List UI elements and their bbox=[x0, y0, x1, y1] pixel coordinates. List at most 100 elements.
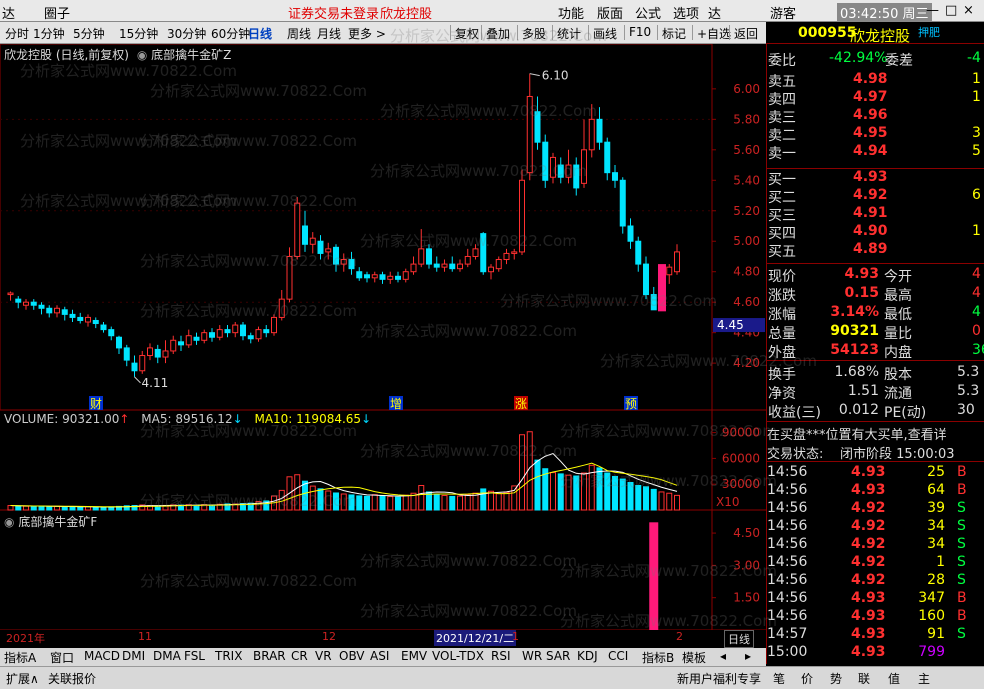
login-notice[interactable]: 证券交易未登录 bbox=[288, 3, 379, 22]
volume-bar bbox=[7, 505, 14, 511]
indicator-title[interactable]: 底部擒牛金矿F bbox=[18, 515, 97, 529]
menu-formula[interactable]: 公式 bbox=[635, 3, 661, 22]
stock-link[interactable]: 欣龙控股 bbox=[380, 3, 432, 22]
candle-body bbox=[472, 248, 479, 257]
indicator-tab-1[interactable]: 窗口 bbox=[50, 649, 74, 666]
close-icon[interactable]: × bbox=[963, 3, 974, 18]
indicator-tab-6[interactable]: TRIX bbox=[215, 649, 242, 663]
indicator-tab-17[interactable]: KDJ bbox=[577, 649, 598, 663]
indicator-tab-8[interactable]: CR bbox=[291, 649, 308, 663]
indicator-header: ◉ 底部擒牛金矿F bbox=[4, 513, 97, 530]
tool-button-3[interactable]: 统计 bbox=[557, 25, 581, 42]
indicator-tab-15[interactable]: WR bbox=[522, 649, 542, 663]
price-panel-frame bbox=[0, 43, 713, 411]
main-indicator-name[interactable]: 底部擒牛金矿Z bbox=[151, 48, 231, 62]
date-axis: 2021年 11 12 2021/12/21/二 1 2 日线 bbox=[0, 630, 766, 648]
indicator-tab-3[interactable]: DMI bbox=[122, 649, 145, 663]
tool-button-8[interactable]: 返回 bbox=[734, 25, 758, 42]
tick-row-1: 14:56 4.93 64 B bbox=[767, 482, 984, 500]
kline-chart[interactable]: 6.005.805.605.405.205.004.804.604.404.20… bbox=[0, 43, 766, 644]
period-button[interactable]: 日线 bbox=[724, 630, 754, 648]
period-tab-2[interactable]: 5分钟 bbox=[73, 25, 105, 42]
indicator-tab-2[interactable]: MACD bbox=[84, 649, 120, 663]
period-tab-4[interactable]: 30分钟 bbox=[167, 25, 206, 42]
stat2-row-0-cell-1: 1.68% bbox=[834, 364, 879, 380]
status-row-cell-1: 闭市阶段 15:00:03 bbox=[840, 447, 955, 462]
indicator-tab-10[interactable]: OBV bbox=[339, 649, 365, 663]
volume-bar bbox=[519, 434, 525, 511]
tool-button-2[interactable]: 多股 bbox=[522, 25, 546, 42]
tool-button-1[interactable]: 叠加 bbox=[486, 25, 510, 42]
template-tab[interactable]: 模板 bbox=[682, 649, 706, 666]
period-tab-7[interactable]: 周线 bbox=[287, 25, 311, 42]
candle-body bbox=[619, 179, 626, 227]
chevron-down-icon[interactable]: ◉ bbox=[137, 48, 147, 62]
panel-tab-5[interactable]: 主 bbox=[918, 670, 930, 687]
stat-row-4-cell-1: 54123 bbox=[830, 342, 879, 358]
relation-quote-button[interactable]: 关联报价 bbox=[48, 670, 96, 687]
tool-button-0[interactable]: 复权 bbox=[455, 25, 479, 42]
tool-button-4[interactable]: 画线 bbox=[593, 25, 617, 42]
sell-row-4-cell-2: 5 bbox=[972, 143, 981, 159]
period-tab-5[interactable]: 60分钟 bbox=[211, 25, 250, 42]
indicator-tab-4[interactable]: DMA bbox=[153, 649, 181, 663]
stat2-row-1-cell-2: 流通 bbox=[884, 386, 912, 402]
tool-button-7[interactable]: +自选 bbox=[697, 25, 731, 42]
scroll-left-icon[interactable]: ◂ bbox=[720, 649, 726, 663]
indicator-b-tab[interactable]: 指标B bbox=[642, 649, 674, 666]
promo-link[interactable]: 新用户福利专享 bbox=[677, 670, 761, 687]
maximize-icon[interactable]: □ bbox=[945, 3, 957, 18]
candle-body bbox=[542, 141, 549, 181]
period-tab-3[interactable]: 15分钟 bbox=[119, 25, 158, 42]
menu-layout[interactable]: 版面 bbox=[597, 3, 623, 22]
user-label[interactable]: 游客 bbox=[770, 3, 796, 22]
tool-button-6[interactable]: 标记 bbox=[662, 25, 686, 42]
stock-code: 000955 bbox=[798, 25, 857, 41]
indicator-tab-16[interactable]: SAR bbox=[546, 649, 570, 663]
menu-options[interactable]: 选项 bbox=[673, 3, 699, 22]
indicator-tab-14[interactable]: RSI bbox=[491, 649, 511, 663]
expand-button[interactable]: 扩展∧ bbox=[6, 670, 39, 687]
toolbar-separator bbox=[552, 25, 553, 40]
indicator-tab-18[interactable]: CCI bbox=[608, 649, 628, 663]
indicator-toggle-icon[interactable]: ◉ bbox=[4, 515, 14, 529]
price-label-0: 6.00 bbox=[733, 82, 760, 96]
panel-tab-0[interactable]: 笔 bbox=[773, 670, 785, 687]
volume-bar bbox=[325, 490, 332, 511]
panel-tab-3[interactable]: 联 bbox=[858, 670, 870, 687]
period-tab-0[interactable]: 分时 bbox=[5, 25, 29, 42]
candle-body bbox=[108, 329, 115, 337]
tool-button-5[interactable]: F10 bbox=[629, 25, 651, 39]
status-row: 交易状态: 闭市阶段 15:00:03 bbox=[767, 443, 984, 462]
scroll-right-icon[interactable]: ▸ bbox=[745, 649, 751, 663]
tick-row-7-cell-3: B bbox=[957, 590, 967, 606]
volume-bar bbox=[100, 506, 107, 511]
indicator-tab-11[interactable]: ASI bbox=[370, 649, 389, 663]
sell-row-2-cell-0: 卖三 bbox=[768, 110, 796, 126]
indicator-tab-7[interactable]: BRAR bbox=[253, 649, 286, 663]
quanzi-menu[interactable]: 圈子 bbox=[44, 3, 70, 22]
panel-tab-1[interactable]: 价 bbox=[801, 670, 813, 687]
indicator-tab-13[interactable]: VOL-TDX bbox=[432, 649, 484, 663]
volume-bar bbox=[317, 488, 324, 511]
stock-name: 欣龙控股 bbox=[850, 27, 911, 45]
menu-function[interactable]: 功能 bbox=[558, 3, 584, 22]
period-tab-8[interactable]: 月线 bbox=[317, 25, 341, 42]
period-tab-6[interactable]: 日线 bbox=[248, 25, 272, 42]
period-tab-1[interactable]: 1分钟 bbox=[33, 25, 65, 42]
indicator-tab-0[interactable]: 指标A bbox=[4, 649, 36, 666]
candle-body bbox=[588, 118, 595, 151]
chart-area[interactable]: 6.00 5.80 5.60 5.40 5.20 5.00 4.80 4.60 4.40 4.20… bbox=[0, 43, 766, 648]
indicator-tab-9[interactable]: VR bbox=[315, 649, 332, 663]
menu-tail[interactable]: 达 bbox=[708, 3, 721, 22]
period-tab-9[interactable]: 更多 > bbox=[348, 25, 386, 42]
sell-row-2: 卖三 4.96 bbox=[767, 107, 984, 126]
indicator-tab-5[interactable]: FSL bbox=[184, 649, 205, 663]
minimize-icon[interactable]: — bbox=[926, 3, 939, 18]
sell-row-3-cell-1: 4.95 bbox=[853, 125, 888, 141]
candle-body bbox=[480, 233, 487, 273]
indicator-tab-12[interactable]: EMV bbox=[401, 649, 427, 663]
buy-row-3-cell-0: 买四 bbox=[768, 226, 796, 242]
panel-tab-4[interactable]: 值 bbox=[888, 670, 900, 687]
panel-tab-2[interactable]: 势 bbox=[830, 670, 842, 687]
